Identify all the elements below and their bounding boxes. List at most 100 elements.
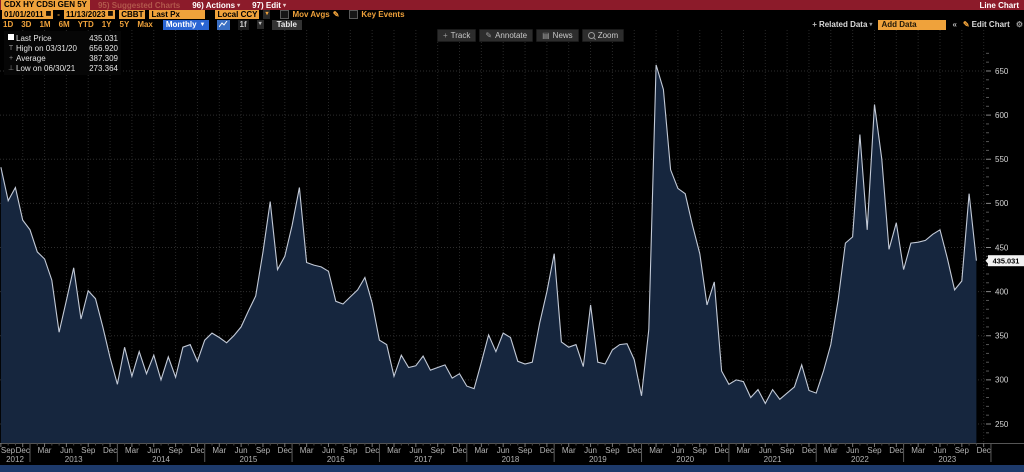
x-tick-label: Sep [81, 446, 96, 455]
track-button[interactable]: + Track [437, 29, 476, 42]
year-label: 2013 [65, 455, 83, 464]
date-to-value: 11/13/2023 [66, 10, 106, 19]
x-tick-label: Sep [168, 446, 183, 455]
edit-chart-label: Edit Chart [972, 20, 1010, 29]
view-title: Line Chart [979, 1, 1019, 10]
zoom-button[interactable]: Zoom [582, 29, 624, 42]
legend-label: Low on 06/30/21 [16, 64, 89, 73]
gear-icon[interactable]: ⚙ [1016, 20, 1023, 29]
x-tick-label: Mar [212, 446, 226, 455]
date-to-field[interactable]: 11/13/2023 ▦ [64, 10, 115, 19]
currency-selector[interactable]: Local CCY [215, 10, 259, 19]
range-6m[interactable]: 6M [59, 20, 70, 29]
range-1m[interactable]: 1M [39, 20, 50, 29]
x-tick-label: Dec [889, 446, 903, 455]
legend-value: 435.031 [89, 34, 118, 43]
x-tick-label: Jun [584, 446, 597, 455]
plus-icon: + [812, 20, 817, 29]
chart-legend: Last Price 435.031 T High on 03/31/20 65… [4, 31, 121, 75]
price-field-selector[interactable]: Last Px [149, 10, 205, 19]
collapse-icon[interactable]: « [952, 20, 956, 29]
table-button[interactable]: Table [272, 20, 302, 30]
y-tick-label: 400 [995, 287, 1009, 296]
pricing-source-field[interactable]: CBBT [119, 10, 145, 19]
x-tick-label: Sep [1, 446, 16, 455]
year-label: 2014 [152, 455, 170, 464]
x-tick-label: Dec [16, 446, 30, 455]
annotate-button[interactable]: ✎ Annotate [479, 29, 533, 42]
title-bar: CDX HY CDSI GEN 5Y 95) Suggested Charts … [0, 0, 1024, 10]
chart-settings-row: 01/01/2011 ▦ - 11/13/2023 ▦ CBBT Last Px… [0, 10, 1024, 19]
x-tick-label: Sep [518, 446, 533, 455]
x-tick-label: Jun [147, 446, 160, 455]
x-tick-label: Sep [605, 446, 620, 455]
x-tick-label: Mar [387, 446, 401, 455]
date-from-value: 01/01/2011 [4, 10, 44, 19]
x-tick-label: Dec [278, 446, 292, 455]
edit-menu[interactable]: 97) Edit ▾ [252, 1, 286, 10]
chart-type-button[interactable] [217, 20, 230, 30]
x-tick-label: Mar [300, 446, 314, 455]
x-tick-label: Dec [190, 446, 204, 455]
pencil-icon: ✎ [963, 20, 970, 29]
crosshair-icon: + [443, 30, 448, 41]
zoom-label: Zoom [598, 30, 618, 41]
x-tick-label: Dec [802, 446, 816, 455]
edit-chart-button[interactable]: ✎ Edit Chart [963, 20, 1010, 29]
year-label: 2016 [327, 455, 345, 464]
range-max[interactable]: Max [137, 20, 153, 29]
range-1d[interactable]: 1D [3, 20, 13, 29]
add-data-input[interactable]: Add Data [878, 20, 946, 30]
bottom-strip [0, 465, 1024, 472]
x-tick-label: Sep [256, 446, 271, 455]
y-tick-label: 450 [995, 243, 1009, 252]
x-tick-label: Jun [235, 446, 248, 455]
more-options-dropdown-icon[interactable]: ▾ [257, 20, 264, 29]
y-tick-label: 550 [995, 155, 1009, 164]
currency-dropdown-icon[interactable]: ▾ [263, 10, 270, 19]
date-from-field[interactable]: 01/01/2011 ▦ [2, 10, 53, 19]
x-tick-label: Dec [977, 446, 991, 455]
suggested-charts-button[interactable]: 95) Suggested Charts [98, 1, 180, 10]
x-tick-label: Dec [103, 446, 117, 455]
y-tick-label: 250 [995, 420, 1009, 429]
magnifier-icon [588, 32, 595, 39]
y-tick-label: 500 [995, 199, 1009, 208]
x-axis: SepDecMarJunSepDecMarJunSepDecMarJunSepD… [0, 443, 1024, 464]
range-3d[interactable]: 3D [21, 20, 31, 29]
chart-canvas[interactable]: SepDecMarJunSepDecMarJunSepDecMarJunSepD… [0, 0, 1024, 472]
legend-value: 273.364 [89, 64, 118, 73]
actions-menu[interactable]: 96) Actions ▾ [192, 1, 240, 10]
panel-badge[interactable]: 1f [238, 20, 249, 30]
last-price-tag: 435.031 [986, 255, 1024, 266]
y-tick-label: 300 [995, 376, 1009, 385]
mov-avgs-edit-icon[interactable]: ✎ [333, 10, 340, 19]
periodicity-dropdown[interactable]: Monthly ▼ [163, 20, 209, 30]
year-label: 2023 [938, 455, 956, 464]
x-tick-label: Jun [322, 446, 335, 455]
low-marker-icon: ⊥ [6, 64, 16, 72]
legend-row-low: ⊥ Low on 06/30/21 273.364 [6, 63, 118, 73]
x-tick-label: Mar [824, 446, 838, 455]
x-tick-label: Sep [693, 446, 708, 455]
key-events-checkbox[interactable] [349, 10, 358, 19]
mov-avgs-label: Mov Avgs [292, 10, 329, 19]
legend-value: 387.309 [89, 54, 118, 63]
related-data-button[interactable]: + Related Data ▾ [812, 20, 872, 29]
x-tick-label: Sep [867, 446, 882, 455]
high-marker-icon: T [6, 45, 16, 52]
range-ytd[interactable]: YTD [78, 20, 94, 29]
pencil-icon: ✎ [485, 30, 492, 41]
range-5y[interactable]: 5Y [120, 20, 130, 29]
range-1y[interactable]: 1Y [102, 20, 112, 29]
chevron-down-icon: ▾ [869, 21, 872, 28]
x-tick-label: Mar [474, 446, 488, 455]
x-tick-label: Jun [846, 446, 859, 455]
year-label: 2022 [851, 455, 869, 464]
x-tick-label: Jun [671, 446, 684, 455]
security-field[interactable]: CDX HY CDSI GEN 5Y [1, 0, 90, 10]
related-data-label: Related Data [819, 20, 867, 29]
year-label: 2012 [6, 455, 24, 464]
news-button[interactable]: ▤ News [536, 29, 579, 42]
mov-avgs-checkbox[interactable] [280, 10, 289, 19]
